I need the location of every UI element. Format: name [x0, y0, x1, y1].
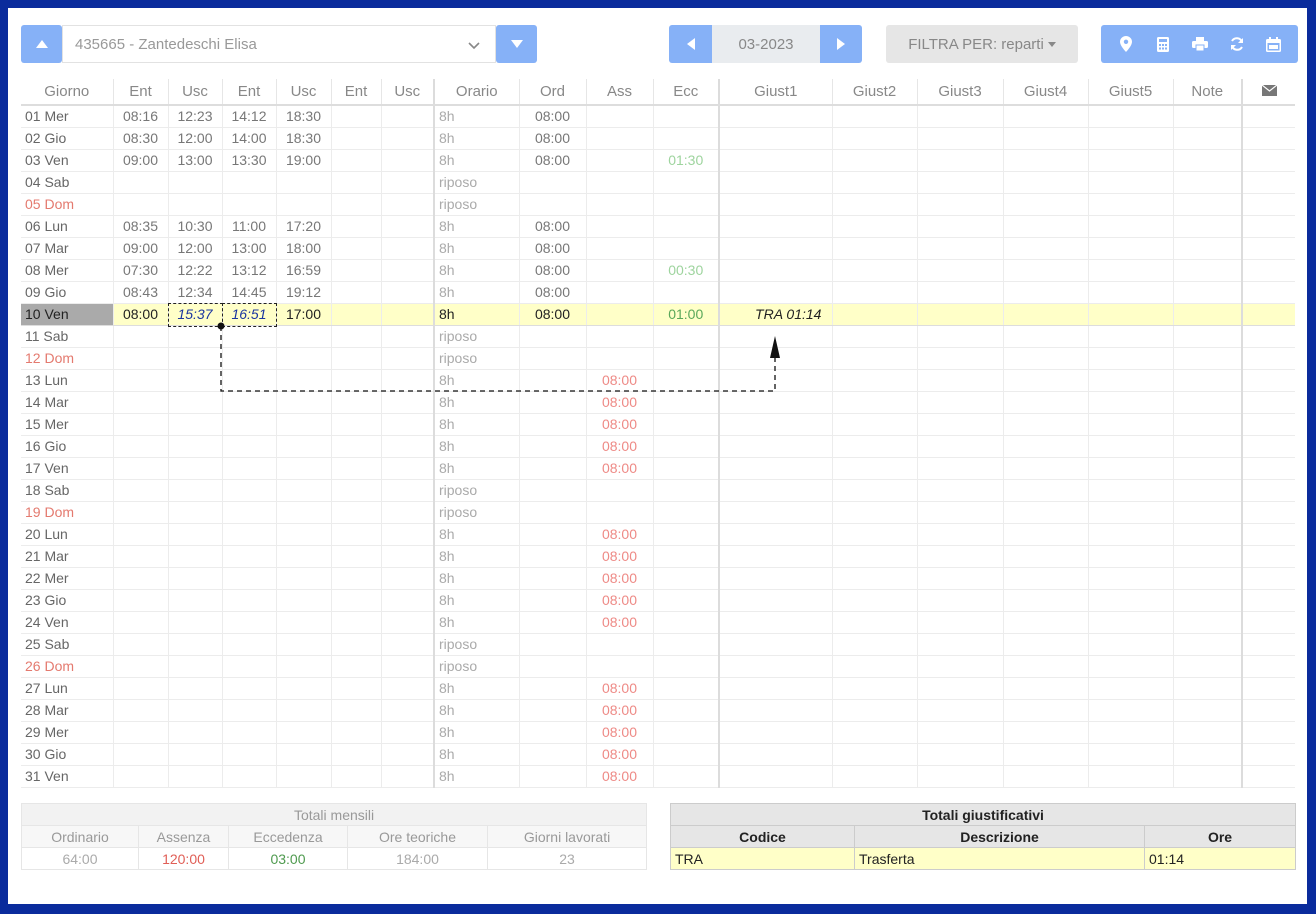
totali-header: Ordinario: [21, 825, 139, 848]
connector-arrow: [217, 322, 780, 392]
totali-giustificativi-title: Totali giustificativi: [669, 803, 1297, 826]
giust-descrizione: Trasferta: [854, 847, 1145, 870]
giust-codice: TRA: [670, 847, 855, 870]
totali-mensili-table: Totali mensili Ordinario Assenza Ecceden…: [20, 803, 648, 870]
totale-ordinario: 64:00: [21, 847, 139, 870]
giust-header: Descrizione: [854, 825, 1145, 848]
giust-row[interactable]: TRA Trasferta 01:14: [670, 847, 1297, 870]
totale-assenza: 120:00: [138, 847, 229, 870]
totali-header: Ore teoriche: [347, 825, 488, 848]
giust-ore: 01:14: [1143, 847, 1297, 870]
totale-ore-teoriche: 184:00: [347, 847, 488, 870]
giust-header: Ore: [1143, 825, 1297, 848]
giust-header: Codice: [670, 825, 855, 848]
totali-header: Giorni lavorati: [486, 825, 648, 848]
totale-eccedenza: 03:00: [228, 847, 348, 870]
totale-giorni-lavorati: 23: [486, 847, 648, 870]
totali-mensili-title: Totali mensili: [20, 803, 648, 826]
totali-giustificativi-table: Totali giustificativi Codice Descrizione…: [669, 803, 1297, 870]
totali-header: Assenza: [138, 825, 229, 848]
totali-header: Eccedenza: [228, 825, 348, 848]
main-frame: 435665 - Zantedeschi Elisa 03-2023 FILTR…: [8, 8, 1307, 904]
